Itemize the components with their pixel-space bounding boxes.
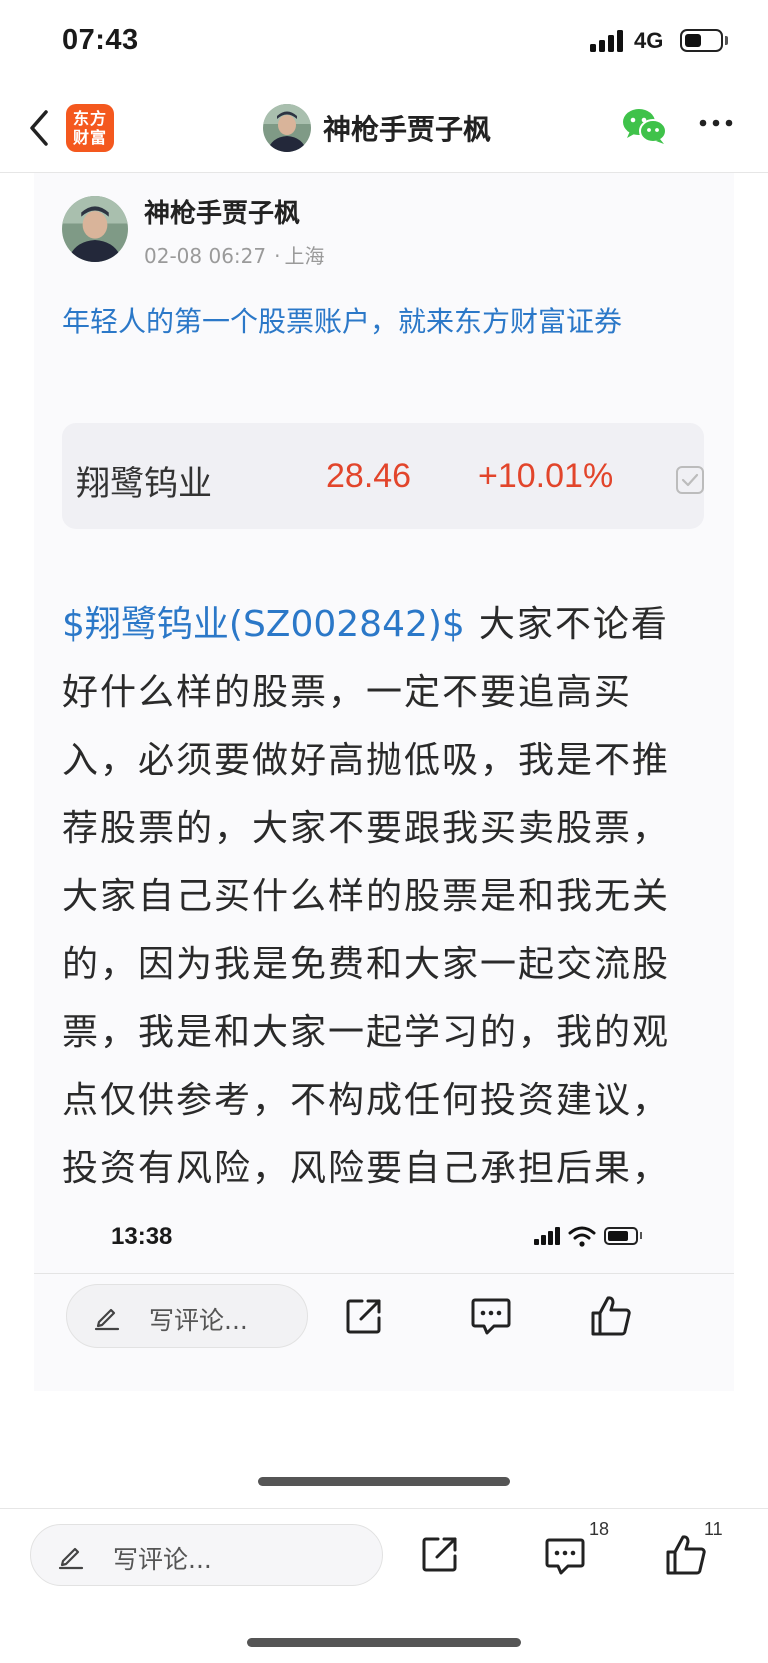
post-date: 02-08 06:27 [144,244,267,268]
status-bar: 07:43 4G [0,0,768,80]
embedded-share-icon [344,1296,384,1336]
meta-separator: · [274,244,281,268]
battery-icon [680,29,723,52]
like-count: 11 [704,1519,723,1539]
stock-quote-card[interactable]: 翔鹭钨业 28.46 +10.01% [62,423,704,529]
share-icon[interactable] [420,1534,460,1574]
embedded-comment-icon [470,1296,512,1336]
app-logo[interactable]: 东方财富 [66,104,114,152]
status-time: 07:43 [62,24,139,56]
pencil-icon [57,1542,85,1570]
nav-bar: 东方财富 神枪手贾子枫 [0,80,768,173]
embedded-like-icon [589,1294,633,1338]
home-indicator-embedded [258,1477,510,1486]
checkbox-icon[interactable] [675,465,705,495]
stock-ticker-link[interactable]: $翔鹭钨业(SZ002842)$ [62,604,465,645]
battery-tip [725,36,728,45]
pencil-icon [93,1303,121,1331]
wechat-icon[interactable] [622,106,668,146]
post-meta: 02-08 06:27 · 上海 [144,240,324,269]
embedded-wifi-icon [568,1225,596,1247]
like-icon[interactable] [664,1533,708,1577]
post-body: $翔鹭钨业(SZ002842)$ 大家不论看好什么样的股票，一定不要追高买入，必须… [62,591,702,1203]
embedded-battery-tip [640,1232,642,1239]
more-icon[interactable] [697,117,735,129]
nav-title: 神枪手贾子枫 [323,113,492,146]
bottom-action-bar: 写评论... 18 11 [0,1508,768,1608]
embedded-signal-icon [534,1227,562,1245]
author-avatar[interactable] [263,104,311,152]
app-logo-text: 东方财富 [72,109,107,147]
post-location: 上海 [284,244,325,268]
embedded-action-bar: 写评论... [34,1273,734,1391]
comment-input[interactable]: 写评论... [30,1524,383,1586]
comment-placeholder: 写评论... [113,1545,212,1574]
embedded-comment-placeholder: 写评论... [149,1306,248,1335]
embedded-battery-icon [604,1227,638,1245]
home-indicator [247,1638,521,1647]
post-author-name[interactable]: 神枪手贾子枫 [144,193,300,230]
post-body-text: 大家不论看好什么样的股票，一定不要追高买入，必须要做好高抛低吸，我是不推荐股票的… [62,604,671,1189]
network-type: 4G [634,28,664,53]
signal-icon [590,30,626,52]
embedded-status-bar: 13:38 [72,1213,692,1273]
stock-name: 翔鹭钨业 [76,464,212,504]
comment-icon[interactable] [544,1536,586,1576]
promo-link[interactable]: 年轻人的第一个股票账户，就来东方财富证券 [62,299,702,345]
back-icon[interactable] [26,108,56,148]
embedded-time: 13:38 [111,1223,173,1250]
comment-count: 18 [589,1519,610,1539]
stock-change: +10.01% [478,457,614,495]
embedded-comment-input: 写评论... [66,1284,308,1348]
post-author-avatar[interactable] [62,196,128,262]
post-content: 神枪手贾子枫 02-08 06:27 · 上海 年轻人的第一个股票账户，就来东方财富… [34,173,734,1391]
stock-price: 28.46 [326,457,412,495]
